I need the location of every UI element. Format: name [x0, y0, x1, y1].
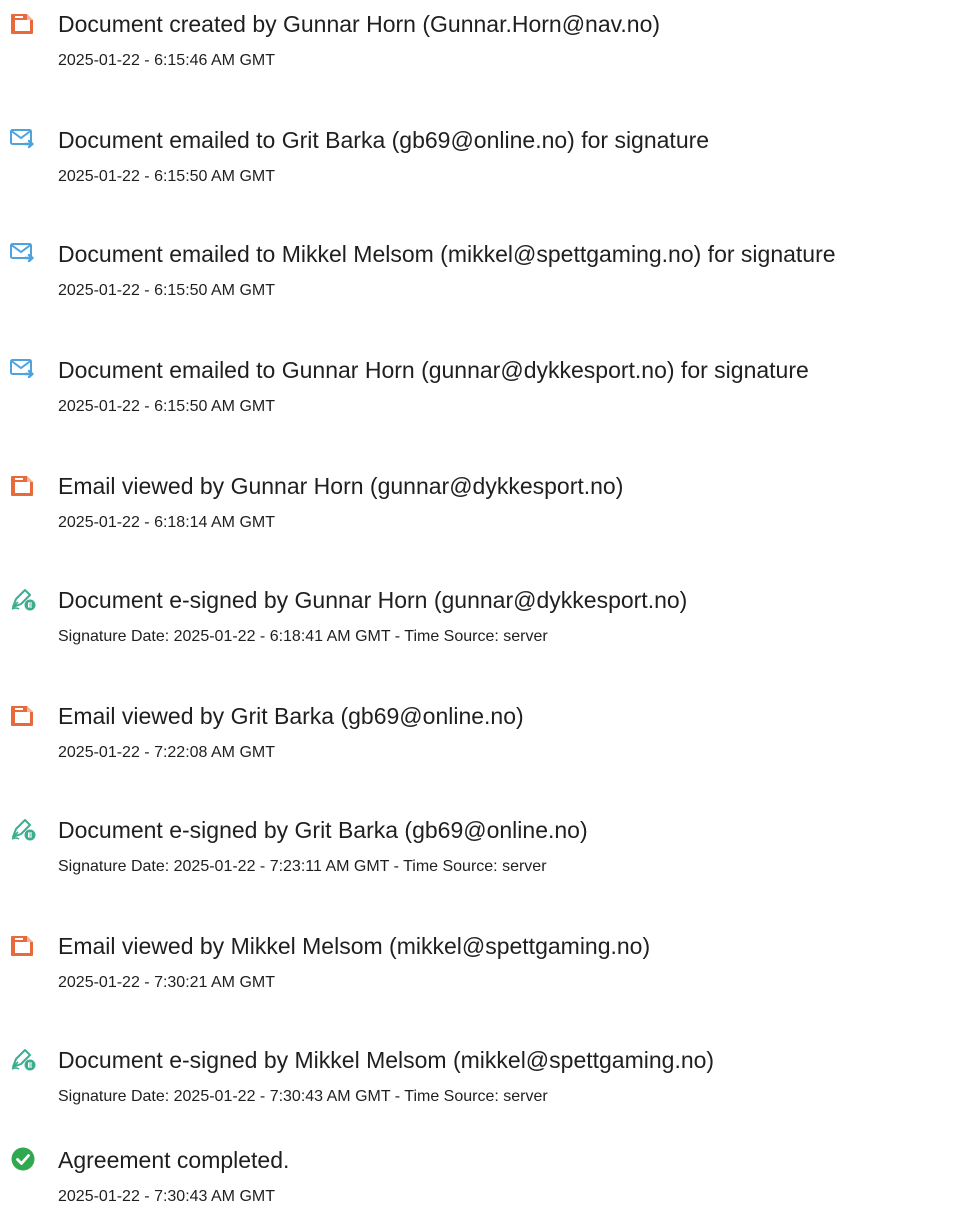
audit-event: Document emailed to Mikkel Melsom (mikke…	[0, 240, 959, 310]
event-title: Document created by Gunnar Horn (Gunnar.…	[58, 11, 661, 37]
event-title: Document emailed to Mikkel Melsom (mikke…	[58, 241, 836, 267]
event-title: Document e-signed by Grit Barka (gb69@on…	[58, 817, 588, 843]
event-timestamp: 2025-01-22 - 6:15:50 AM GMT	[58, 168, 275, 185]
event-title: Email viewed by Gunnar Horn (gunnar@dykk…	[58, 473, 624, 499]
event-title: Agreement completed.	[58, 1147, 290, 1173]
event-timestamp: 2025-01-22 - 7:22:08 AM GMT	[58, 744, 275, 761]
document-viewed-icon	[10, 932, 36, 958]
event-title: Document e-signed by Gunnar Horn (gunnar…	[58, 587, 688, 613]
audit-event: Document created by Gunnar Horn (Gunnar.…	[0, 10, 959, 80]
event-title: Document e-signed by Mikkel Melsom (mikk…	[58, 1047, 715, 1073]
event-signature-date: Signature Date: 2025-01-22 - 6:18:41 AM …	[58, 628, 548, 645]
event-timestamp: 2025-01-22 - 7:30:21 AM GMT	[58, 974, 275, 991]
event-signature-date: Signature Date: 2025-01-22 - 7:23:11 AM …	[58, 858, 547, 875]
email-sent-icon	[10, 126, 36, 152]
audit-event: Document e-signed by Mikkel Melsom (mikk…	[0, 1046, 959, 1116]
audit-event-list: Document created by Gunnar Horn (Gunnar.…	[0, 0, 959, 1222]
e-sign-pen-icon	[10, 816, 36, 842]
document-viewed-icon	[10, 472, 36, 498]
event-title: Email viewed by Mikkel Melsom (mikkel@sp…	[58, 933, 651, 959]
audit-event: Email viewed by Grit Barka (gb69@online.…	[0, 702, 959, 772]
event-title: Document emailed to Gunnar Horn (gunnar@…	[58, 357, 809, 383]
event-signature-date: Signature Date: 2025-01-22 - 7:30:43 AM …	[58, 1088, 548, 1105]
email-sent-icon	[10, 356, 36, 382]
audit-event: Email viewed by Gunnar Horn (gunnar@dykk…	[0, 472, 959, 542]
event-timestamp: 2025-01-22 - 6:15:50 AM GMT	[58, 398, 275, 415]
e-sign-pen-icon	[10, 1046, 36, 1072]
agreement-completed-check-icon	[10, 1146, 36, 1172]
event-title: Email viewed by Grit Barka (gb69@online.…	[58, 703, 524, 729]
event-title: Document emailed to Grit Barka (gb69@onl…	[58, 127, 710, 153]
e-sign-pen-icon	[10, 586, 36, 612]
audit-event: Agreement completed. 2025-01-22 - 7:30:4…	[0, 1146, 959, 1216]
audit-event: Document e-signed by Grit Barka (gb69@on…	[0, 816, 959, 886]
audit-event: Document emailed to Grit Barka (gb69@onl…	[0, 126, 959, 196]
event-timestamp: 2025-01-22 - 7:30:43 AM GMT	[58, 1188, 275, 1205]
document-created-icon	[10, 10, 36, 36]
email-sent-icon	[10, 240, 36, 266]
audit-event: Email viewed by Mikkel Melsom (mikkel@sp…	[0, 932, 959, 1002]
audit-event: Document emailed to Gunnar Horn (gunnar@…	[0, 356, 959, 426]
event-timestamp: 2025-01-22 - 6:18:14 AM GMT	[58, 514, 275, 531]
audit-event: Document e-signed by Gunnar Horn (gunnar…	[0, 586, 959, 656]
document-viewed-icon	[10, 702, 36, 728]
event-timestamp: 2025-01-22 - 6:15:50 AM GMT	[58, 282, 275, 299]
event-timestamp: 2025-01-22 - 6:15:46 AM GMT	[58, 52, 275, 69]
